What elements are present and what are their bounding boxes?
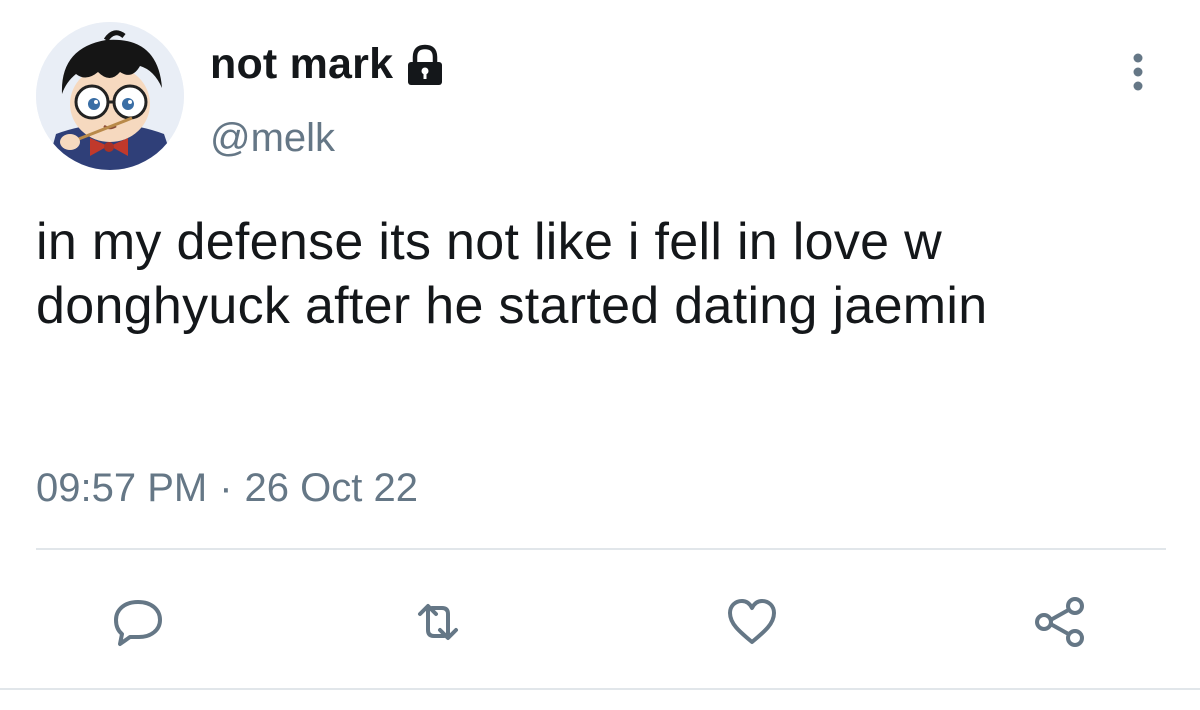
reply-icon xyxy=(114,600,162,646)
avatar[interactable] xyxy=(36,22,184,170)
action-bar xyxy=(0,592,1200,652)
display-name-row: not mark xyxy=(210,40,447,89)
heart-icon xyxy=(728,599,776,644)
lock-icon xyxy=(403,43,447,87)
tweet-text: in my defense its not like i fell in lov… xyxy=(36,213,988,335)
reply-button[interactable] xyxy=(108,592,168,652)
tweet-card: not mark @melk in my defense its not lik… xyxy=(0,0,1200,710)
divider xyxy=(36,548,1166,550)
avatar-image xyxy=(36,22,184,170)
tweet-date: 26 Oct 22 xyxy=(244,466,418,510)
meta-separator: · xyxy=(219,466,233,510)
tweet-time: 09:57 PM xyxy=(36,466,208,510)
share-button[interactable] xyxy=(1030,592,1090,652)
user-handle[interactable]: @melk xyxy=(210,116,335,161)
like-button[interactable] xyxy=(722,592,782,652)
divider xyxy=(0,688,1200,690)
share-icon xyxy=(1035,597,1084,647)
tweet-timestamp[interactable]: 09:57 PM · 26 Oct 22 xyxy=(36,466,418,511)
more-vertical-icon[interactable] xyxy=(1118,48,1158,96)
retweet-icon xyxy=(418,604,458,640)
display-name[interactable]: not mark xyxy=(210,40,393,89)
retweet-button[interactable] xyxy=(408,592,468,652)
